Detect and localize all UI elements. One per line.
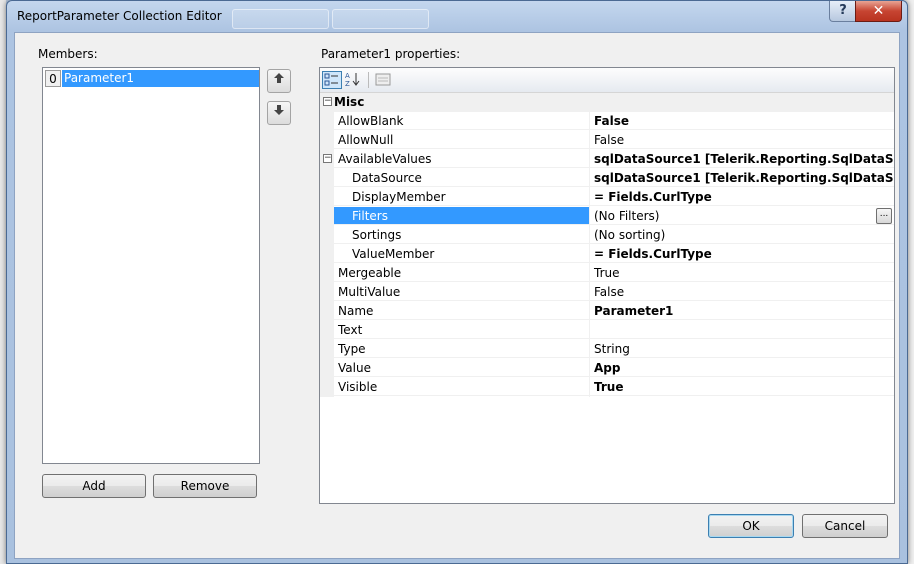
category-label: Misc	[334, 95, 365, 109]
property-row[interactable]: Visible True	[320, 378, 894, 397]
property-pages-button[interactable]	[374, 71, 394, 89]
collection-editor-dialog: ReportParameter Collection Editor ? ✕ Me…	[6, 0, 908, 564]
cancel-button[interactable]: Cancel	[802, 514, 888, 538]
add-button[interactable]: Add	[42, 474, 146, 498]
row-gutter	[320, 264, 334, 283]
property-value[interactable]: False	[590, 131, 894, 149]
property-value[interactable]	[590, 321, 894, 339]
property-row[interactable]: Text	[320, 321, 894, 340]
collapse-icon[interactable]: −	[323, 154, 332, 163]
property-name[interactable]: Visible	[334, 378, 589, 396]
property-pages-icon	[374, 73, 392, 90]
arrow-up-icon	[273, 73, 285, 88]
property-name[interactable]: DataSource	[334, 169, 589, 187]
dialog-title: ReportParameter Collection Editor	[17, 9, 222, 23]
property-name[interactable]: Sortings	[334, 226, 589, 244]
property-value[interactable]: = Fields.CurlType	[590, 188, 894, 206]
title-bar[interactable]: ReportParameter Collection Editor ? ✕	[7, 1, 907, 31]
property-value[interactable]: (No sorting)	[590, 226, 894, 244]
row-gutter	[320, 226, 334, 245]
background-tab-ghost	[232, 9, 329, 29]
property-row[interactable]: DisplayMember = Fields.CurlType	[320, 188, 894, 207]
row-gutter	[320, 112, 334, 131]
property-grid-toolbar: A Z	[320, 68, 894, 93]
property-name[interactable]: Mergeable	[334, 264, 589, 282]
property-value[interactable]: sqlDataSource1 [Telerik.Reporting.SqlDat…	[590, 150, 894, 168]
remove-button[interactable]: Remove	[153, 474, 257, 498]
property-row[interactable]: Type String	[320, 340, 894, 359]
property-name[interactable]: DisplayMember	[334, 188, 589, 206]
property-grid[interactable]: A Z − Misc AllowBlank False AllowNull Fa…	[319, 67, 895, 504]
toolbar-separator	[368, 72, 369, 88]
row-gutter	[320, 359, 334, 378]
property-row[interactable]: MultiValue False	[320, 283, 894, 302]
dialog-client-area: Members: 0 Parameter1 Add Remove Paramet…	[14, 32, 900, 559]
background-tab-ghost	[332, 9, 429, 29]
close-button[interactable]: ✕	[855, 1, 902, 22]
property-row[interactable]: ValueMember = Fields.CurlType	[320, 245, 894, 264]
property-value[interactable]: False	[590, 112, 894, 130]
move-up-button[interactable]	[267, 69, 291, 93]
row-gutter	[320, 188, 334, 207]
category-row-misc[interactable]: − Misc	[320, 93, 894, 112]
property-value[interactable]: False	[590, 283, 894, 301]
property-row[interactable]: DataSource sqlDataSource1 [Telerik.Report…	[320, 169, 894, 188]
help-button[interactable]: ?	[829, 1, 857, 22]
properties-label: Parameter1 properties:	[321, 47, 461, 61]
property-name[interactable]: ValueMember	[334, 245, 589, 263]
alphabetical-sort-icon: A Z	[344, 72, 362, 90]
row-gutter	[320, 207, 334, 226]
property-value[interactable]: sqlDataSource1 [Telerik.Reporting.SqlDat…	[590, 169, 894, 187]
members-list[interactable]: 0 Parameter1	[42, 67, 260, 464]
property-name[interactable]: MultiValue	[334, 283, 589, 301]
alphabetical-button[interactable]: A Z	[344, 71, 364, 89]
property-row[interactable]: Mergeable True	[320, 264, 894, 283]
member-index: 0	[45, 70, 61, 87]
property-value[interactable]: True	[590, 264, 894, 282]
move-down-button[interactable]	[267, 101, 291, 125]
property-value[interactable]: = Fields.CurlType	[590, 245, 894, 263]
members-label: Members:	[38, 47, 98, 61]
property-name[interactable]: AvailableValues	[334, 150, 589, 168]
property-name[interactable]: AllowBlank	[334, 112, 589, 130]
property-row[interactable]: AvailableValues − sqlDataSource1 [Telerik.…	[320, 150, 894, 169]
ok-button[interactable]: OK	[708, 514, 794, 538]
categorized-button[interactable]	[322, 71, 342, 89]
property-row[interactable]: AllowBlank False	[320, 112, 894, 131]
property-row[interactable]: Filters (No Filters)...	[320, 207, 894, 226]
property-row[interactable]: Name Parameter1	[320, 302, 894, 321]
property-row[interactable]: Sortings (No sorting)	[320, 226, 894, 245]
property-row[interactable]: AllowNull False	[320, 131, 894, 150]
property-name[interactable]: Name	[334, 302, 589, 320]
svg-text:A: A	[345, 72, 350, 80]
property-name[interactable]: Value	[334, 359, 589, 377]
row-gutter	[320, 283, 334, 302]
property-value[interactable]: App	[590, 359, 894, 377]
property-value[interactable]: (No Filters)	[590, 207, 894, 225]
arrow-down-icon	[273, 105, 285, 120]
row-gutter	[320, 378, 334, 397]
row-gutter	[320, 131, 334, 150]
row-gutter	[320, 340, 334, 359]
row-gutter	[320, 169, 334, 188]
row-gutter	[320, 321, 334, 340]
row-gutter	[320, 302, 334, 321]
row-gutter	[320, 245, 334, 264]
categorized-icon	[323, 73, 341, 91]
property-row[interactable]: Value App	[320, 359, 894, 378]
property-name[interactable]: AllowNull	[334, 131, 589, 149]
svg-text:Z: Z	[345, 80, 350, 87]
member-name[interactable]: Parameter1	[62, 70, 259, 87]
ellipsis-button[interactable]: ...	[876, 208, 892, 224]
property-value[interactable]: True	[590, 378, 894, 396]
property-name[interactable]: Type	[334, 340, 589, 358]
property-value[interactable]: String	[590, 340, 894, 358]
property-name[interactable]: Filters	[334, 207, 589, 225]
property-name[interactable]: Text	[334, 321, 589, 339]
collapse-icon[interactable]: −	[323, 97, 332, 106]
property-value[interactable]: Parameter1	[590, 302, 894, 320]
list-item[interactable]: 0 Parameter1	[45, 70, 259, 87]
